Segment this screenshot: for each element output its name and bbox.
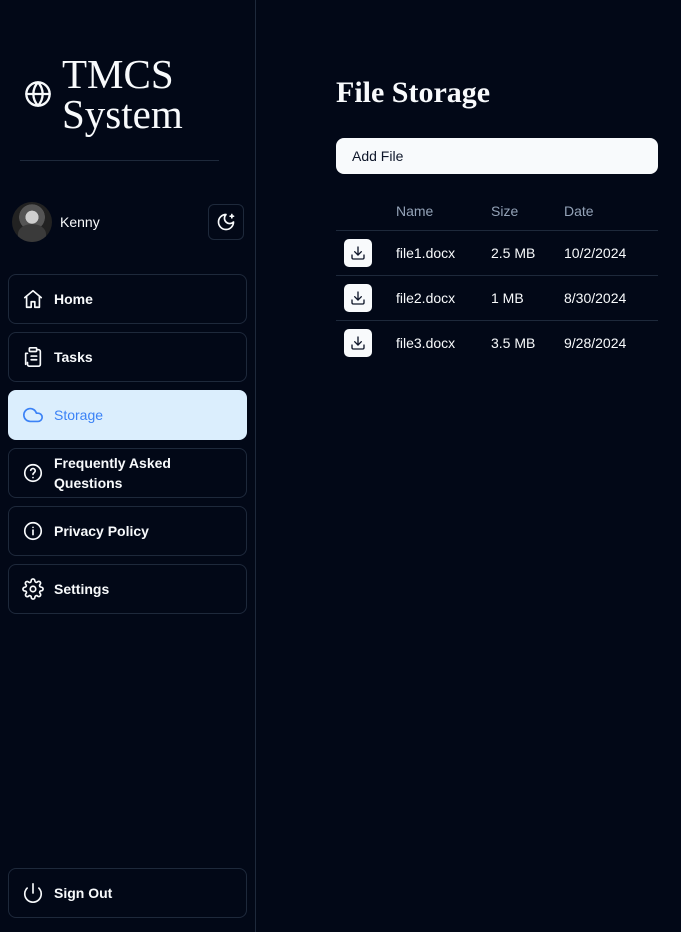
sidebar-item-label: Home: [54, 291, 93, 307]
column-header-date: Date: [564, 192, 658, 231]
column-header-name: Name: [396, 192, 491, 231]
column-header-size: Size: [491, 192, 564, 231]
file-name: file3.docx: [396, 334, 456, 351]
clipboard-icon: [24, 347, 42, 367]
download-cell: [336, 320, 396, 365]
sidebar-item-storage[interactable]: Storage: [8, 390, 247, 440]
sidebar-item-label: Storage: [54, 407, 104, 423]
sidebar-item-home[interactable]: Home: [8, 274, 247, 324]
sidebar: TMCS System Kenny Home Tasks Storage Fre…: [0, 0, 256, 932]
sidebar-item-tasks[interactable]: Tasks: [8, 332, 247, 382]
sidebar-item-label: Settings: [54, 581, 110, 597]
table-row: file1.docx 2.5 MB 10/2/2024: [336, 230, 658, 276]
download-button[interactable]: [344, 283, 372, 312]
help-circle-icon: [23, 463, 43, 483]
file-name: file1.docx: [396, 230, 491, 276]
file-date: 10/2/2024: [564, 230, 658, 276]
sign-out-label: Sign Out: [54, 885, 113, 901]
file-date: 9/28/2024: [564, 334, 627, 351]
gear-icon: [22, 578, 44, 600]
download-cell: [336, 230, 396, 276]
power-icon: [23, 883, 43, 903]
download-icon: [351, 290, 365, 305]
theme-toggle-button[interactable]: [208, 204, 244, 240]
column-header-download: [336, 192, 396, 231]
avatar[interactable]: [12, 202, 52, 242]
table-header-row: Name Size Date: [336, 192, 658, 231]
brand: TMCS System: [24, 51, 202, 137]
user-name: Kenny: [60, 214, 100, 230]
sidebar-item-privacy-policy[interactable]: Privacy Policy: [8, 506, 247, 556]
moon-stars-icon: [217, 213, 235, 231]
user-profile: Kenny: [12, 202, 244, 242]
info-icon: [23, 521, 43, 541]
sidebar-item-faq[interactable]: Frequently Asked Questions: [8, 448, 247, 498]
sidebar-item-settings[interactable]: Settings: [8, 564, 247, 614]
file-date: 8/30/2024: [564, 275, 658, 321]
globe-icon: [25, 81, 51, 107]
app-root: TMCS System Kenny Home Tasks Storage Fre…: [0, 0, 681, 932]
main-content: File Storage Add File Name Size Date fil…: [256, 0, 681, 932]
sidebar-item-label: Tasks: [54, 349, 93, 365]
sidebar-nav: Home Tasks Storage Frequently Asked Ques…: [8, 274, 247, 622]
brand-title: TMCS System: [62, 51, 183, 137]
sidebar-item-label: Frequently Asked Questions: [54, 455, 171, 491]
file-size: 1 MB: [491, 275, 564, 321]
add-file-button[interactable]: Add File: [336, 138, 658, 174]
divider: [20, 160, 219, 161]
download-icon: [351, 245, 365, 260]
sidebar-item-label: Privacy Policy: [54, 523, 149, 539]
page-title: File Storage: [336, 76, 491, 109]
file-size: 2.5 MB: [491, 230, 564, 276]
table-row: file2.docx 1 MB 8/30/2024: [336, 275, 658, 321]
file-table: Name Size Date file1.docx 2.5 MB 10/2/20…: [336, 192, 658, 365]
table-row: file3.docx 3.5 MB 9/28/2024: [336, 320, 658, 365]
download-button[interactable]: [344, 238, 372, 267]
cloud-icon: [23, 407, 43, 423]
sign-out-button[interactable]: Sign Out: [8, 868, 247, 918]
home-icon: [23, 289, 43, 309]
download-cell: [336, 275, 396, 321]
file-name: file2.docx: [396, 275, 491, 321]
download-icon: [351, 336, 365, 350]
download-button[interactable]: [344, 328, 372, 357]
file-size: 3.5 MB: [491, 334, 536, 351]
